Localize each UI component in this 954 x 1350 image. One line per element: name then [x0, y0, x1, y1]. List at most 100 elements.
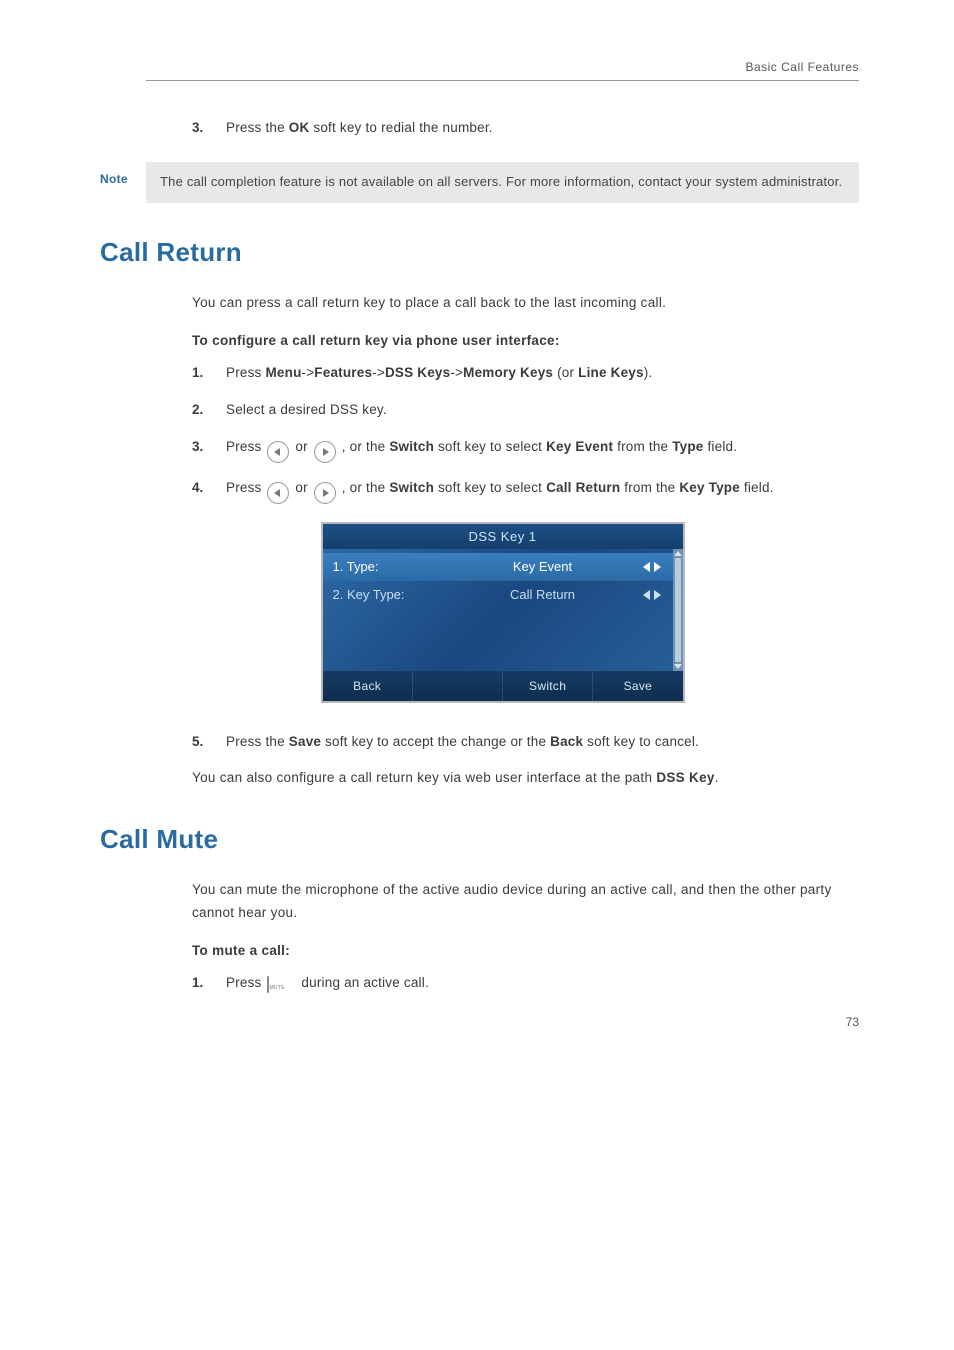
text: ). — [644, 365, 653, 380]
menu-path: Menu — [265, 365, 301, 380]
step-body: Press MUTE during an active call. — [226, 972, 859, 995]
heading-call-mute: Call Mute — [100, 824, 859, 855]
softkey-save: Save — [289, 734, 321, 749]
text: Press the — [226, 734, 289, 749]
note-block: Note The call completion feature is not … — [100, 162, 859, 203]
text: , or the — [338, 439, 390, 454]
text: field. — [704, 439, 738, 454]
row-value: Call Return — [443, 587, 643, 602]
step-body: Select a desired DSS key. — [226, 399, 859, 422]
arrow: -> — [372, 365, 385, 380]
softkey-back: Back — [550, 734, 583, 749]
field-key-type: Key Type — [679, 480, 740, 495]
text: or — [291, 439, 311, 454]
key-ok: OK — [289, 120, 310, 135]
softkey-save[interactable]: Save — [593, 671, 682, 701]
left-arrow-icon — [267, 482, 289, 504]
text: Press — [226, 365, 265, 380]
value-call-return: Call Return — [546, 480, 620, 495]
text: field. — [740, 480, 774, 495]
phone-screenshot: DSS Key 1 1. Type: Key Event 2. Key Type… — [321, 522, 685, 703]
arrow: -> — [302, 365, 315, 380]
text: soft key to cancel. — [583, 734, 699, 749]
step-body: Press the OK soft key to redial the numb… — [226, 117, 859, 140]
softkey-switch[interactable]: Switch — [503, 671, 593, 701]
mute-step-1: 1. Press MUTE during an active call. — [192, 972, 859, 995]
softkey-bar: Back Switch Save — [323, 671, 683, 701]
step-1: 1. Press Menu->Features->DSS Keys->Memor… — [192, 362, 859, 385]
mute-heading: To mute a call: — [192, 943, 859, 958]
step-number: 1. — [192, 972, 206, 995]
step-body: Press the Save soft key to accept the ch… — [226, 731, 859, 754]
step-body: Press or , or the Switch soft key to sel… — [226, 477, 859, 504]
step-number: 2. — [192, 399, 206, 422]
row-arrows-icon[interactable] — [643, 590, 663, 600]
screen-rows: 1. Type: Key Event 2. Key Type: Call Ret… — [323, 549, 673, 671]
step-2: 2. Select a desired DSS key. — [192, 399, 859, 422]
heading-call-return: Call Return — [100, 237, 859, 268]
text: Press the — [226, 120, 289, 135]
arrow: -> — [450, 365, 463, 380]
step-number: 5. — [192, 731, 206, 754]
scroll-down-icon[interactable] — [674, 664, 682, 669]
softkey-switch: Switch — [389, 480, 434, 495]
step-body: Press Menu->Features->DSS Keys->Memory K… — [226, 362, 859, 385]
softkey-back[interactable]: Back — [323, 671, 413, 701]
text: . — [715, 770, 719, 785]
text: during an active call. — [297, 975, 428, 990]
softkey-empty[interactable] — [413, 671, 503, 701]
menu-path: DSS Keys — [385, 365, 450, 380]
step-body: Press or , or the Switch soft key to sel… — [226, 436, 859, 463]
softkey-switch: Switch — [389, 439, 434, 454]
mute-button-icon: MUTE — [267, 974, 295, 988]
row-arrows-icon[interactable] — [643, 562, 663, 572]
screen-row-type[interactable]: 1. Type: Key Event — [323, 553, 673, 581]
call-mute-intro: You can mute the microphone of the activ… — [192, 879, 859, 925]
text: Press — [226, 975, 265, 990]
scroll-thumb[interactable] — [675, 558, 681, 662]
step-3: 3. Press or , or the Switch soft key to … — [192, 436, 859, 463]
text: Press — [226, 480, 265, 495]
menu-path: Line Keys — [578, 365, 644, 380]
text: soft key to accept the change or the — [321, 734, 550, 749]
screen-body: 1. Type: Key Event 2. Key Type: Call Ret… — [323, 549, 683, 671]
menu-path: Memory Keys — [463, 365, 553, 380]
step-4: 4. Press or , or the Switch soft key to … — [192, 477, 859, 504]
configure-heading: To configure a call return key via phone… — [192, 333, 859, 348]
row-value: Key Event — [443, 559, 643, 574]
text: from the — [620, 480, 679, 495]
screen-row-key-type[interactable]: 2. Key Type: Call Return — [323, 581, 673, 609]
step-number: 1. — [192, 362, 206, 385]
step-number: 3. — [192, 117, 206, 140]
row-label: 2. Key Type: — [333, 587, 443, 602]
call-return-intro: You can press a call return key to place… — [192, 292, 859, 315]
page-number: 73 — [846, 1015, 859, 1029]
text: soft key to select — [434, 480, 546, 495]
left-arrow-icon — [267, 441, 289, 463]
text: soft key to select — [434, 439, 546, 454]
page: Basic Call Features 3. Press the OK soft… — [0, 0, 954, 1069]
step-5: 5. Press the Save soft key to accept the… — [192, 731, 859, 754]
scroll-up-icon[interactable] — [674, 551, 682, 556]
step-3-redial: 3. Press the OK soft key to redial the n… — [192, 117, 859, 140]
text: , or the — [338, 480, 390, 495]
running-header: Basic Call Features — [146, 60, 859, 81]
text: (or — [553, 365, 578, 380]
row-label: 1. Type: — [333, 559, 443, 574]
mute-label: MUTE — [269, 985, 284, 991]
menu-path: Features — [314, 365, 372, 380]
screen-title: DSS Key 1 — [323, 524, 683, 549]
step-number: 3. — [192, 436, 206, 463]
note-body: The call completion feature is not avail… — [146, 162, 859, 203]
value-key-event: Key Event — [546, 439, 613, 454]
note-label: Note — [100, 162, 146, 203]
text: You can also configure a call return key… — [192, 770, 656, 785]
scrollbar[interactable] — [673, 549, 683, 671]
text: soft key to redial the number. — [309, 120, 492, 135]
right-arrow-icon — [314, 441, 336, 463]
field-type: Type — [672, 439, 703, 454]
right-arrow-icon — [314, 482, 336, 504]
text: Press — [226, 439, 265, 454]
path-dss-key: DSS Key — [656, 770, 714, 785]
text: from the — [613, 439, 672, 454]
